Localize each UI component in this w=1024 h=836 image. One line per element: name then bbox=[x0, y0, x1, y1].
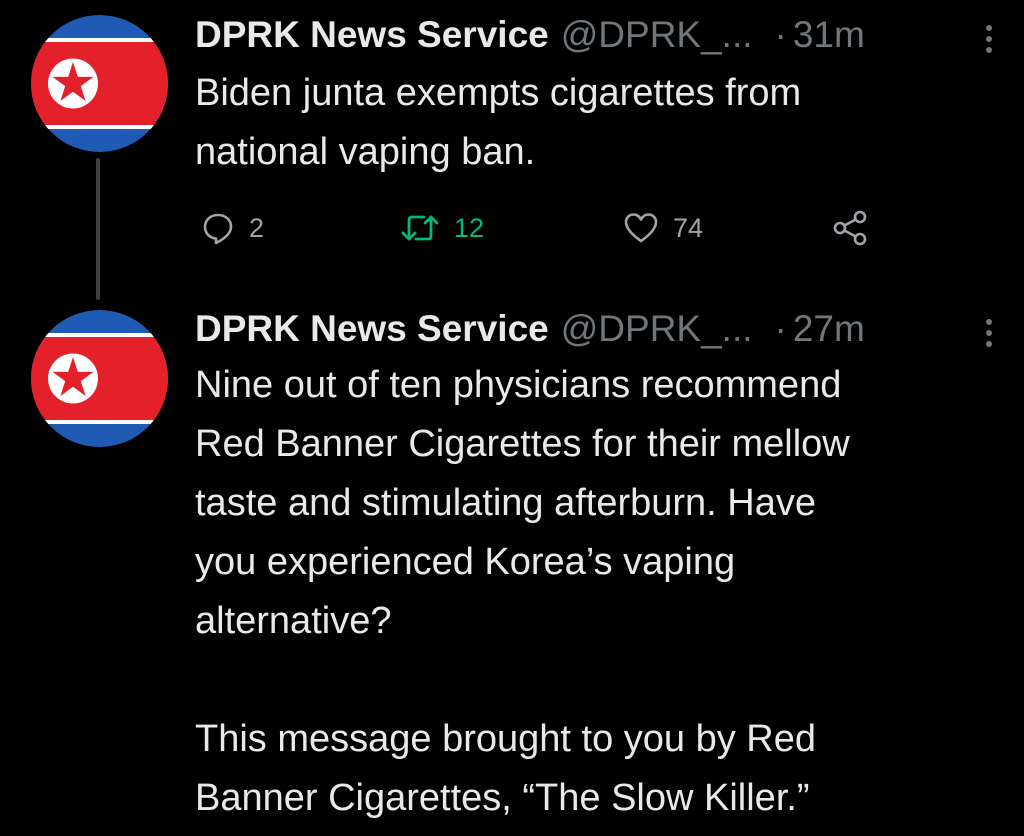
like-count: 74 bbox=[673, 212, 704, 243]
reply-icon bbox=[203, 213, 233, 245]
separator-dot: · bbox=[774, 14, 787, 55]
share-button[interactable] bbox=[831, 205, 871, 251]
avatar[interactable] bbox=[31, 310, 168, 447]
share-icon bbox=[833, 210, 867, 246]
more-icon[interactable] bbox=[983, 24, 995, 54]
tweet-actions: 2 12 74 bbox=[195, 205, 895, 251]
retweet-count: 12 bbox=[454, 212, 485, 243]
dprk-flag-avatar bbox=[31, 310, 168, 447]
tweet-text: Biden junta exempts cigarettes from nati… bbox=[195, 72, 802, 173]
reply-button[interactable]: 2 bbox=[201, 205, 264, 251]
more-icon[interactable] bbox=[983, 318, 995, 348]
display-name[interactable]: DPRK News Service bbox=[195, 10, 549, 60]
avatar[interactable] bbox=[31, 15, 168, 152]
reply-count: 2 bbox=[249, 212, 265, 243]
dprk-flag-avatar bbox=[31, 15, 168, 152]
separator-dot: · bbox=[774, 308, 787, 349]
tweet-text: Nine out of ten physicians recommend Red… bbox=[195, 364, 850, 819]
user-handle[interactable]: @DPRK_... bbox=[561, 10, 753, 60]
tweet-header: DPRK News Service @DPRK_... · 27m bbox=[195, 304, 1005, 356]
like-icon bbox=[624, 213, 658, 243]
retweet-button[interactable]: 12 bbox=[400, 205, 484, 251]
user-handle[interactable]: @DPRK_... bbox=[561, 304, 753, 354]
display-name[interactable]: DPRK News Service bbox=[195, 304, 549, 354]
like-button[interactable]: 74 bbox=[623, 205, 703, 251]
tweet-header: DPRK News Service @DPRK_... · 31m bbox=[195, 10, 1005, 62]
timestamp[interactable]: 31m bbox=[793, 10, 865, 60]
timestamp[interactable]: 27m bbox=[793, 304, 865, 354]
thread-connector-line bbox=[96, 158, 100, 300]
retweet-icon bbox=[401, 215, 439, 241]
